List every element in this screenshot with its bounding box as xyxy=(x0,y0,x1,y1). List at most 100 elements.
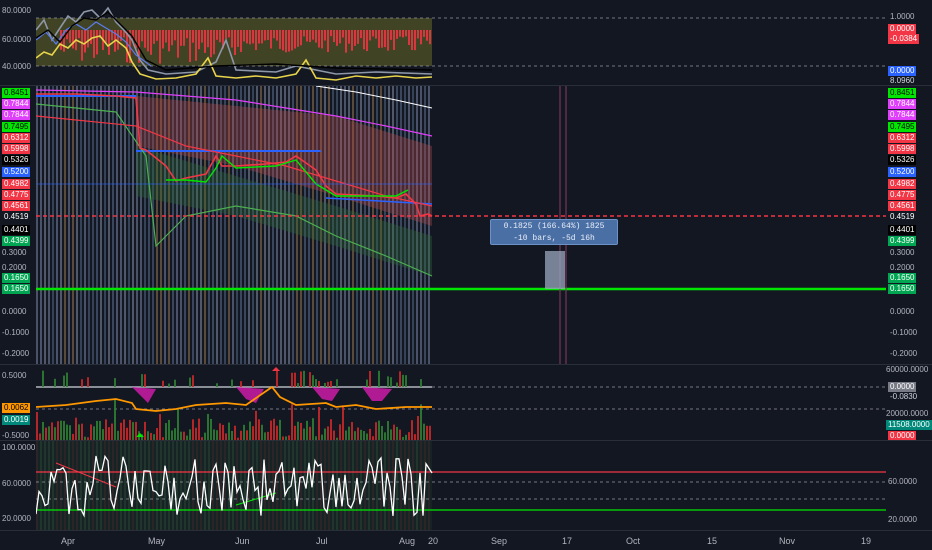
value-tag: 0.1650 xyxy=(2,273,31,283)
measure-box xyxy=(545,251,565,289)
value-tag: 0.0000 xyxy=(888,66,917,76)
magenta-area xyxy=(312,387,340,401)
magenta-area xyxy=(362,387,392,401)
value-tag: 0.4401 xyxy=(2,225,31,235)
tick-label: 20.0000 xyxy=(2,514,31,523)
time-label: Jun xyxy=(235,536,250,546)
value-tag: 0.1650 xyxy=(2,284,31,294)
measure-tooltip: 0.1825 (166.64%) 1825 -10 bars, -5d 16h xyxy=(490,219,618,245)
tick-label: 40.0000 xyxy=(2,62,31,71)
value-tag: 0.1650 xyxy=(888,284,917,294)
tick-label: 100.0000 xyxy=(2,443,36,452)
tick-label: 0.0000 xyxy=(890,307,915,316)
time-label: 20 xyxy=(428,536,439,546)
time-label: Nov xyxy=(779,536,796,546)
value-tag: 0.7844 xyxy=(888,99,917,109)
tick-label: 60000.0000 xyxy=(886,365,929,374)
value-tag: 0.8451 xyxy=(2,88,31,98)
value-tag: 0.0000 xyxy=(888,382,917,392)
value-tag: 0.4561 xyxy=(2,201,31,211)
tick-label: 60.0000 xyxy=(888,477,917,486)
tick-label: 60.0000 xyxy=(2,35,31,44)
value-tag: 0.5998 xyxy=(888,144,917,154)
value-tag: 0.0000 xyxy=(888,24,917,34)
value-tag: 0.7844 xyxy=(888,110,917,120)
volume-bars xyxy=(36,370,431,440)
value-tag: 0.7495 xyxy=(888,122,917,132)
price-chart-plot xyxy=(35,85,886,364)
pane3-left-axis[interactable]: 0.5000 0.0062 0.0019 -0.5000 xyxy=(0,365,46,440)
value-tag: 11508.0000 xyxy=(886,420,932,430)
time-label: Sep xyxy=(491,536,508,546)
value-tag: 0.4401 xyxy=(888,225,917,235)
pane1-right-axis[interactable]: 1.0000 0.0000 -0.0384 0.0000 8.0960 xyxy=(886,0,932,86)
value-tag: 0.7495 xyxy=(2,122,31,132)
tick-label: -0.2000 xyxy=(2,349,30,358)
value-tag: 0.4519 xyxy=(888,212,917,222)
value-tag: 0.7844 xyxy=(2,110,31,120)
pane-top-oscillator[interactable] xyxy=(35,0,886,85)
pane4-left-axis[interactable]: 100.0000 60.0000 20.0000 xyxy=(0,441,46,530)
pane2-right-axis[interactable]: 0.8451 0.7844 0.7844 0.7495 0.6312 0.599… xyxy=(886,86,932,364)
pane3-right-axis[interactable]: 60000.0000 0.0000 -0.0830 20000.0000 115… xyxy=(886,365,932,441)
pane-momentum[interactable] xyxy=(35,365,886,440)
tick-label: 60.0000 xyxy=(2,479,31,488)
value-tag: 0.4519 xyxy=(2,212,31,222)
value-tag: 0.5326 xyxy=(2,155,31,165)
value-tag: 0.4399 xyxy=(888,236,917,246)
tick-label: 0.2000 xyxy=(890,263,915,272)
top-oscillator-plot xyxy=(35,6,886,81)
pane4-right-axis[interactable]: 60.0000 20.0000 xyxy=(886,441,932,530)
magenta-area xyxy=(132,387,156,403)
tick-label: -0.2000 xyxy=(890,349,918,358)
value-tag: 0.4982 xyxy=(888,179,917,189)
tick-label: -0.1000 xyxy=(2,328,30,337)
value-tag: 0.6312 xyxy=(2,133,31,143)
tick-label: 0.3000 xyxy=(2,248,27,257)
value-tag: 0.0019 xyxy=(2,415,31,425)
tick-label: 0.5000 xyxy=(2,371,27,380)
tick-label: 1.0000 xyxy=(890,12,915,21)
time-label: 19 xyxy=(861,536,872,546)
time-axis[interactable]: Apr May Jun Jul Aug 20 Sep 17 Oct 15 Nov… xyxy=(0,531,932,550)
value-tag: 0.8451 xyxy=(888,88,917,98)
value-tag: 0.5200 xyxy=(888,167,917,177)
rsi-plot xyxy=(35,441,886,530)
tick-label: 80.0000 xyxy=(2,6,31,15)
value-tag: 0.4399 xyxy=(2,236,31,246)
pane-main-price[interactable] xyxy=(35,85,886,364)
pane2-left-axis[interactable]: 0.8451 0.7844 0.7844 0.7495 0.6312 0.599… xyxy=(0,86,46,364)
time-label: Jul xyxy=(316,536,328,546)
time-label: Aug xyxy=(399,536,416,546)
value-tag: -0.0384 xyxy=(888,34,920,44)
pane1-left-axis[interactable]: 80.0000 60.0000 40.0000 xyxy=(0,0,46,85)
value-tag: 0.4561 xyxy=(888,201,917,211)
value-tag: 0.4775 xyxy=(2,190,31,200)
time-label: May xyxy=(148,536,166,546)
value-tag: 0.0062 xyxy=(2,403,31,413)
tick-label: 20.0000 xyxy=(888,515,917,524)
measure-line-1: 0.1825 (166.64%) 1825 xyxy=(503,222,605,231)
pane-rsi[interactable] xyxy=(35,441,886,530)
tick-label: 0.0000 xyxy=(2,307,27,316)
value-tag: 0.7844 xyxy=(2,99,31,109)
tick-label: 0.2000 xyxy=(2,263,27,272)
value-tag: 0.5326 xyxy=(888,155,917,165)
time-label: 15 xyxy=(707,536,718,546)
time-label: Oct xyxy=(626,536,641,546)
time-label: 17 xyxy=(562,536,573,546)
tick-label: 0.3000 xyxy=(890,248,915,257)
momentum-plot xyxy=(35,367,886,440)
value-tag: 0.4775 xyxy=(888,190,917,200)
value-tag: 0.5998 xyxy=(2,144,31,154)
red-marker xyxy=(272,367,280,371)
value-tag: -0.0830 xyxy=(888,392,920,402)
tick-label: -0.1000 xyxy=(890,328,918,337)
value-tag: 0.1650 xyxy=(888,273,917,283)
value-tag: 0.5200 xyxy=(2,167,31,177)
value-tag: 0.4982 xyxy=(2,179,31,189)
tick-label: 20000.0000 xyxy=(886,409,929,418)
tick-label: -0.5000 xyxy=(2,431,30,440)
time-label: Apr xyxy=(61,536,76,546)
value-tag: 0.6312 xyxy=(888,133,917,143)
